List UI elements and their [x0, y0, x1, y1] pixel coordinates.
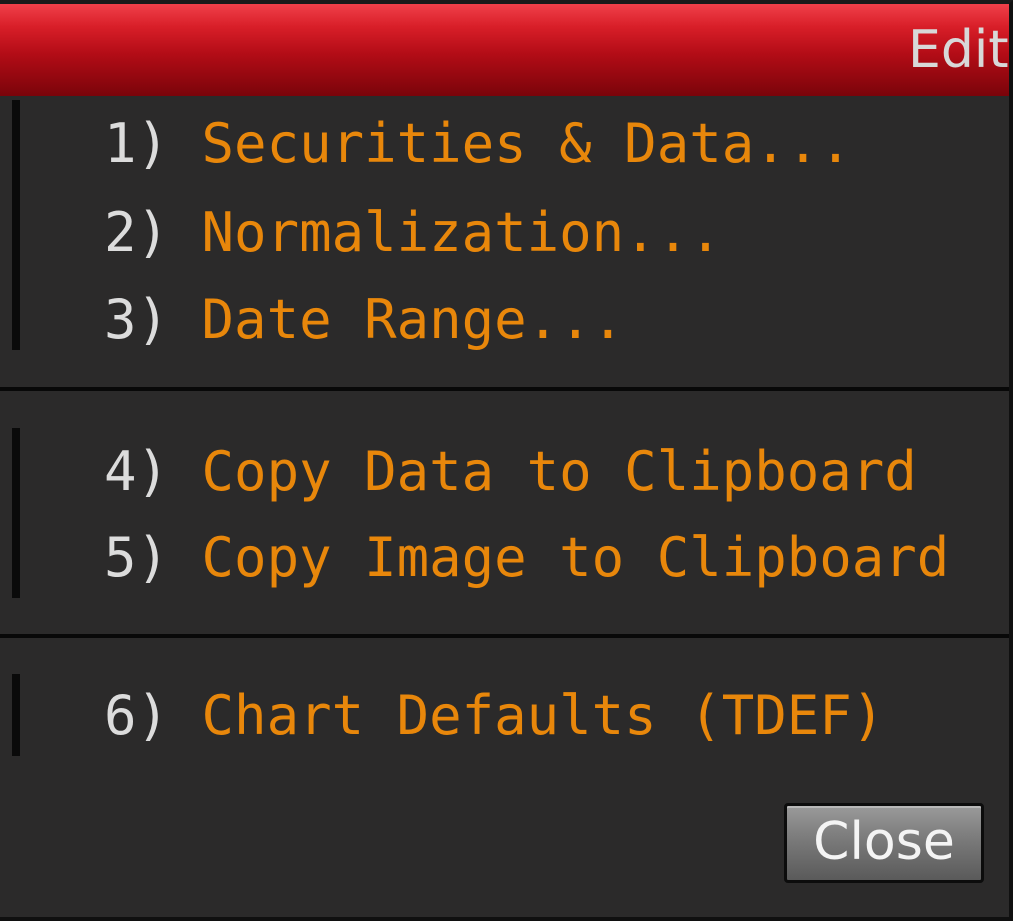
- menu-item-label: Normalization...: [201, 201, 722, 264]
- menu-item-copy-data[interactable]: 4) Copy Data to Clipboard: [104, 432, 917, 512]
- menu-item-number: 5): [104, 526, 170, 589]
- menu-item-number: 1): [104, 112, 170, 175]
- menu-item-label: Copy Data to Clipboard: [201, 440, 917, 503]
- group-indicator-bar: [12, 674, 20, 756]
- menu-item-securities-data[interactable]: 1) Securities & Data...: [104, 104, 852, 184]
- menu-item-number: 6): [104, 684, 170, 747]
- menu-item-label: Chart Defaults (TDEF): [201, 684, 885, 747]
- group-indicator-bar: [12, 428, 20, 598]
- edit-menu-dialog: Edit 1) Securities & Data... 2) Normaliz…: [0, 0, 1013, 921]
- menu-divider: [0, 634, 1009, 638]
- menu-item-number: 3): [104, 288, 170, 351]
- menu-item-label: Securities & Data...: [201, 112, 852, 175]
- menu-item-label: Copy Image to Clipboard: [201, 526, 950, 589]
- menu-item-label: Date Range...: [201, 288, 625, 351]
- menu-item-copy-image[interactable]: 5) Copy Image to Clipboard: [104, 518, 949, 598]
- group-indicator-bar: [12, 100, 20, 350]
- menu-item-number: 4): [104, 440, 170, 503]
- menu-item-date-range[interactable]: 3) Date Range...: [104, 280, 624, 360]
- close-button[interactable]: Close: [784, 803, 984, 883]
- menu-item-normalization[interactable]: 2) Normalization...: [104, 193, 722, 273]
- menu-divider: [0, 387, 1009, 391]
- title-bar[interactable]: Edit: [0, 4, 1009, 96]
- menu-item-chart-defaults[interactable]: 6) Chart Defaults (TDEF): [104, 676, 884, 756]
- menu-item-number: 2): [104, 201, 170, 264]
- dialog-title: Edit: [908, 20, 1009, 80]
